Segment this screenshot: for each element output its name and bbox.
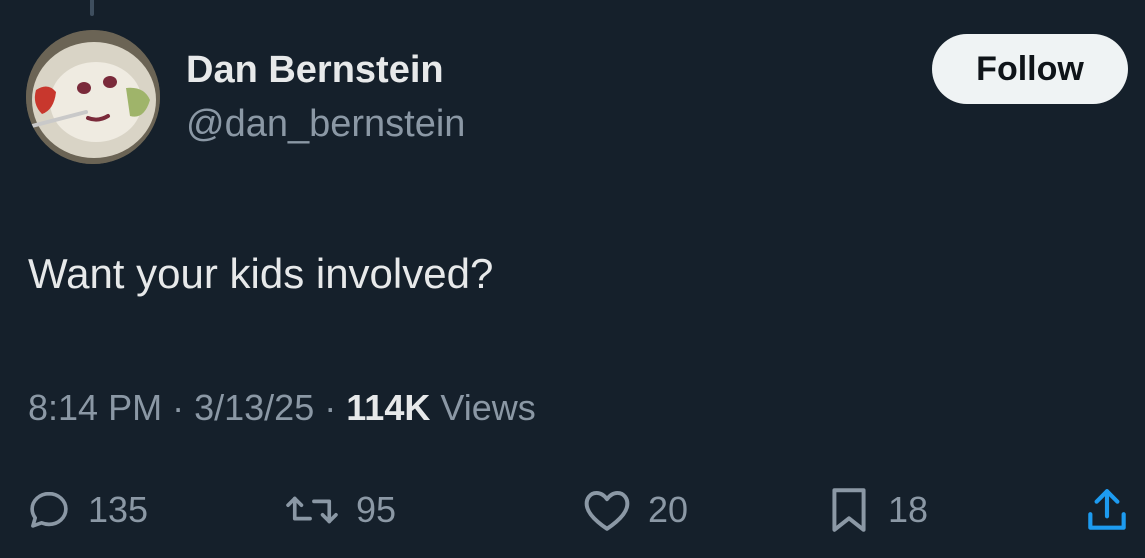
thread-connector-line	[90, 0, 94, 16]
reply-icon	[30, 491, 68, 528]
author-name[interactable]: Dan Bernstein	[186, 48, 444, 92]
retweet-count: 95	[356, 489, 397, 530]
views-count[interactable]: 114K	[346, 387, 430, 428]
like-button[interactable]: 20	[582, 482, 688, 538]
bookmark-button[interactable]: 18	[826, 482, 928, 538]
bookmark-icon	[832, 488, 866, 532]
avatar[interactable]	[26, 30, 160, 164]
tweet-time[interactable]: 8:14 PM	[28, 387, 162, 428]
meta-separator: ·	[172, 387, 185, 428]
share-button[interactable]	[1084, 482, 1130, 538]
share-icon	[1088, 489, 1126, 530]
retweet-icon	[286, 496, 338, 524]
tweet-text: Want your kids involved?	[28, 250, 494, 297]
retweet-button[interactable]: 95	[284, 482, 396, 538]
meta-separator: ·	[324, 387, 337, 428]
tweet-meta: 8:14 PM · 3/13/25 · 114K Views	[28, 386, 536, 430]
tweet-date[interactable]: 3/13/25	[194, 387, 314, 428]
author-handle[interactable]: @dan_bernstein	[186, 102, 465, 146]
heart-icon	[584, 490, 630, 531]
bookmark-count: 18	[888, 489, 929, 530]
reply-count: 135	[88, 489, 149, 530]
like-count: 20	[648, 489, 689, 530]
reply-button[interactable]: 135	[26, 482, 148, 538]
plate-face-avatar-icon	[26, 30, 160, 164]
follow-button[interactable]: Follow	[932, 34, 1128, 104]
views-label[interactable]: Views	[440, 387, 535, 428]
